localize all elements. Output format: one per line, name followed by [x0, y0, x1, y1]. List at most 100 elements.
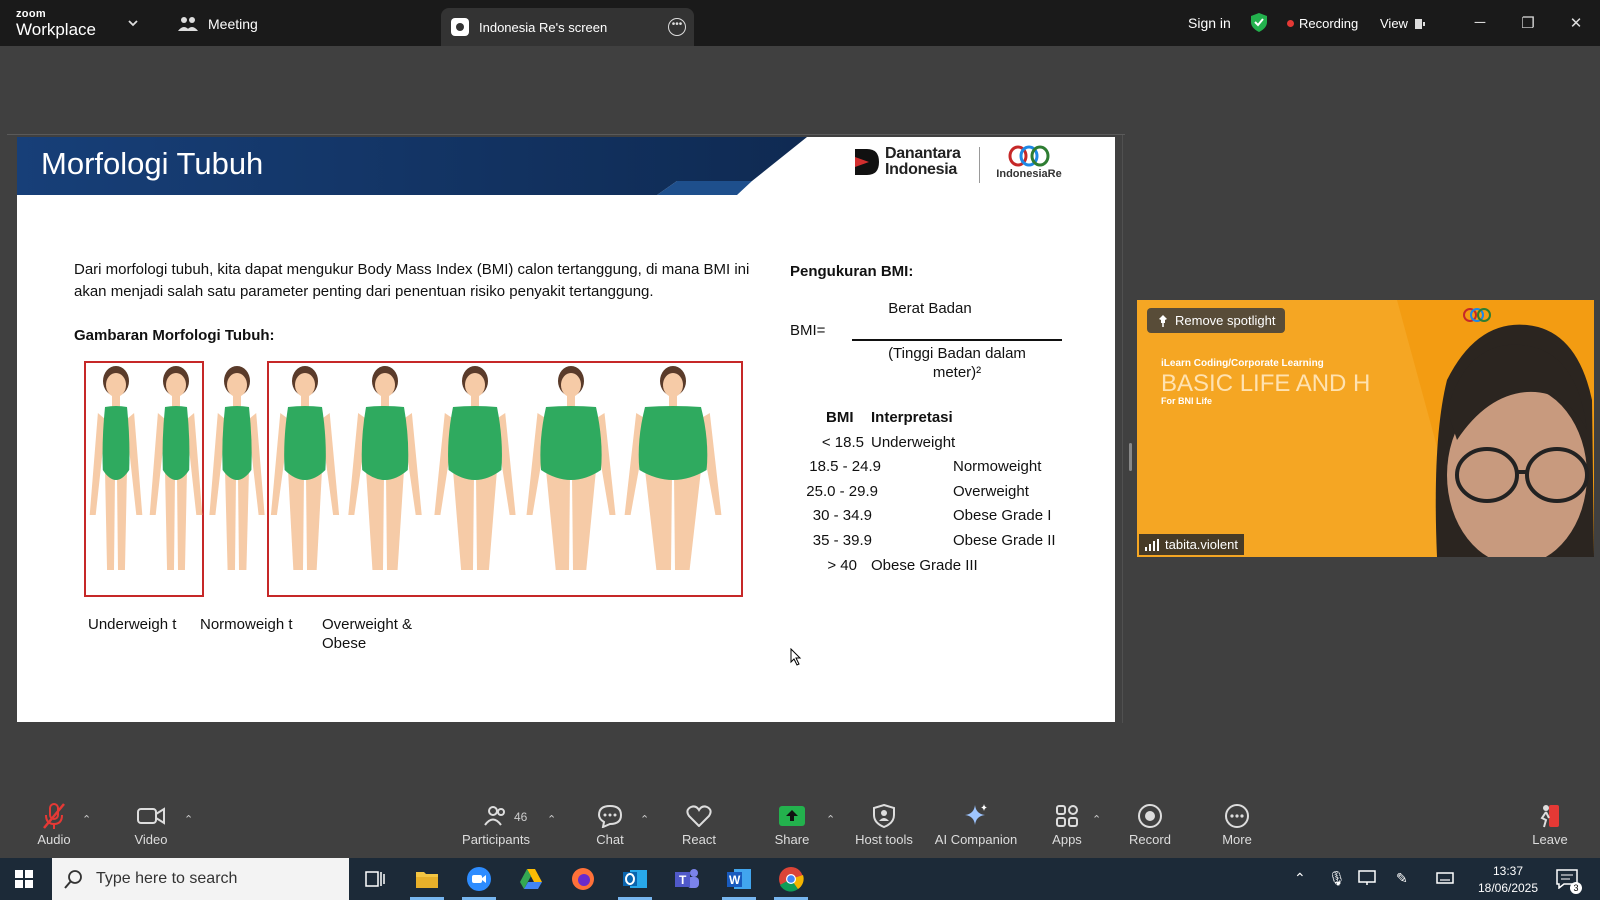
brand-top: zoom	[16, 8, 46, 20]
security-shield-icon[interactable]	[1251, 13, 1267, 32]
windows-start-icon[interactable]	[15, 870, 33, 888]
apps-grid-icon	[1056, 805, 1078, 827]
file-explorer-icon[interactable]	[414, 866, 440, 892]
body-figures-illustration	[89, 366, 722, 570]
tray-keyboard-icon[interactable]	[1436, 870, 1454, 886]
minimize-icon[interactable]: ─	[1470, 14, 1490, 31]
ai-companion-button[interactable]: AI Companion	[926, 801, 1026, 847]
close-icon[interactable]: ✕	[1566, 14, 1586, 32]
restore-icon[interactable]: ❐	[1518, 14, 1538, 32]
recording-indicator[interactable]: Recording	[1287, 16, 1358, 31]
pin-icon	[1159, 314, 1167, 327]
tray-chevron-up-icon[interactable]: ⌃	[1294, 870, 1306, 887]
react-label: React	[682, 832, 716, 847]
record-button[interactable]: Record	[1110, 801, 1190, 847]
google-drive-icon[interactable]	[518, 866, 544, 892]
spotlight-video-tile[interactable]: Remove spotlight iLearn Coding/Corporate…	[1137, 300, 1594, 557]
more-label: More	[1222, 832, 1252, 847]
video-camera-icon	[137, 807, 165, 825]
audio-label: Audio	[37, 832, 71, 847]
meeting-tab[interactable]: Meeting	[178, 16, 258, 32]
logo-divider	[979, 147, 980, 183]
shared-slide: Morfologi Tubuh Danantara Indonesia Indon…	[17, 137, 1115, 722]
tray-microphone-icon[interactable]: 🎙	[1328, 870, 1346, 887]
video-button[interactable]: Video	[111, 801, 191, 847]
ai-companion-label: AI Companion	[934, 832, 1018, 847]
react-button[interactable]: React	[659, 801, 739, 847]
bmi-heading: Pengukuran BMI:	[790, 263, 914, 280]
svg-text:W: W	[729, 873, 741, 887]
share-top-border	[7, 134, 1125, 135]
zoom-app-icon[interactable]	[466, 866, 492, 892]
screen-share-tab[interactable]: Indonesia Re's screen •••	[441, 8, 694, 46]
task-view-icon[interactable]	[362, 866, 388, 892]
chat-button[interactable]: Chat	[570, 801, 650, 847]
record-label: Record	[1129, 832, 1171, 847]
heart-icon	[686, 805, 712, 827]
search-icon	[64, 870, 82, 889]
participants-label: Participants	[462, 832, 530, 847]
firefox-icon[interactable]	[570, 866, 596, 892]
slide-header: Morfologi Tubuh	[17, 137, 807, 195]
tray-display-icon[interactable]	[1358, 870, 1376, 886]
leave-button[interactable]: Leave	[1510, 801, 1590, 847]
rings-icon	[1008, 145, 1050, 167]
recording-label: Recording	[1299, 16, 1359, 31]
bmi-interpretation: Obese Grade III	[871, 557, 978, 574]
video-frame	[1137, 300, 1594, 557]
body-figure	[89, 366, 143, 570]
video-chevron-up-icon[interactable]: ⌃	[184, 813, 193, 826]
tray-pen-icon[interactable]: ✎	[1396, 870, 1408, 887]
indonesiare-logo: IndonesiaRe	[989, 145, 1069, 180]
share-chevron-up-icon[interactable]: ⌃	[826, 813, 835, 826]
audio-chevron-up-icon[interactable]: ⌃	[82, 813, 91, 826]
host-shield-icon	[873, 804, 895, 828]
leave-door-icon	[1540, 805, 1559, 828]
chrome-icon[interactable]	[778, 866, 804, 892]
taskbar-search[interactable]: Type here to search	[52, 858, 349, 900]
mouse-cursor-icon	[790, 648, 802, 666]
view-label: View	[1380, 16, 1408, 31]
ellipsis-icon[interactable]: •••	[668, 18, 686, 36]
body-figure	[209, 366, 265, 570]
participants-chevron-up-icon[interactable]: ⌃	[547, 813, 556, 826]
sign-in-button[interactable]: Sign in	[1188, 15, 1231, 31]
body-figure	[624, 366, 722, 570]
view-button[interactable]: View	[1380, 16, 1426, 31]
word-icon[interactable]: W	[726, 866, 752, 892]
body-figure	[149, 366, 203, 570]
slide-title: Morfologi Tubuh	[41, 146, 264, 181]
body-figure	[270, 366, 340, 570]
search-placeholder: Type here to search	[96, 870, 238, 887]
body-figure	[348, 366, 422, 570]
teams-icon[interactable]: T	[674, 866, 700, 892]
participants-button[interactable]: Participants	[456, 801, 536, 847]
bmi-range: 25.0 - 29.9	[806, 483, 878, 500]
body-figure	[526, 366, 616, 570]
panel-resize-handle[interactable]	[1129, 443, 1132, 471]
danantara-logo: Danantara Indonesia	[855, 146, 961, 178]
more-button[interactable]: More	[1197, 801, 1277, 847]
host-tools-label: Host tools	[855, 832, 913, 847]
logo-line-1: Danantara	[885, 145, 961, 162]
remove-spotlight-button[interactable]: Remove spotlight	[1147, 308, 1286, 333]
share-label: Share	[774, 832, 810, 847]
zoom-logo[interactable]: zoom Workplace	[16, 8, 96, 39]
outlook-icon[interactable]	[622, 866, 648, 892]
clock-date: 18/06/2025	[1477, 881, 1539, 895]
sparkle-icon	[965, 804, 987, 825]
logo-text: IndonesiaRe	[996, 168, 1062, 180]
host-tools-button[interactable]: Host tools	[844, 801, 924, 847]
intro-paragraph: Dari morfologi tubuh, kita dapat menguku…	[74, 261, 750, 300]
bmi-range: > 40	[827, 557, 857, 574]
table-header-bmi: BMI	[826, 409, 854, 426]
apps-chevron-up-icon[interactable]: ⌃	[1092, 813, 1101, 826]
chevron-down-icon[interactable]	[126, 16, 140, 30]
chat-bubble-icon	[597, 804, 623, 828]
record-icon	[1138, 804, 1162, 828]
bmi-numerator: Berat Badan	[888, 300, 972, 317]
taskbar-clock[interactable]: 13:37 18/06/2025	[1472, 863, 1544, 897]
participant-count: 46	[514, 810, 528, 824]
chat-chevron-up-icon[interactable]: ⌃	[640, 813, 649, 826]
share-button[interactable]: Share	[752, 801, 832, 847]
